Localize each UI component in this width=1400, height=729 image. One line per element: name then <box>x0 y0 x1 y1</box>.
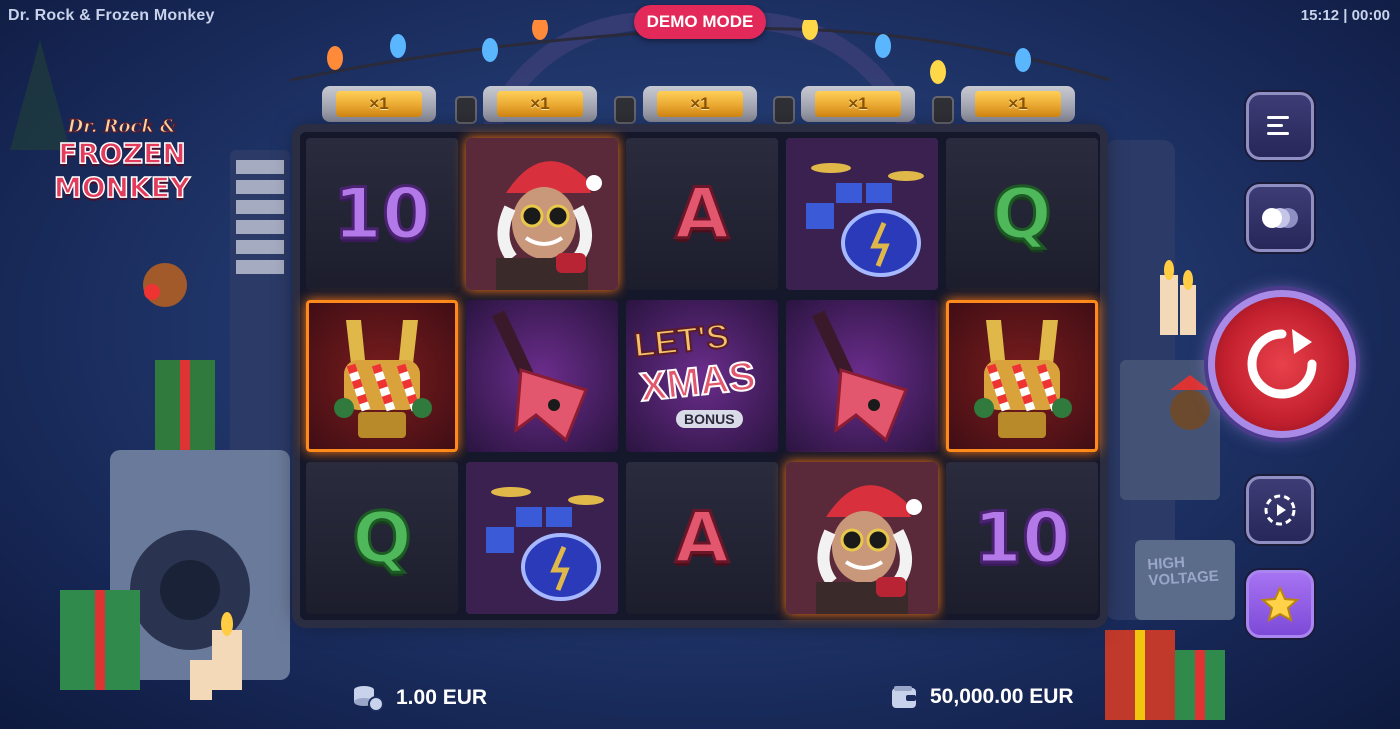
symbol-q: Q <box>946 138 1098 290</box>
reel-multiplier-4: ×1 <box>801 86 915 122</box>
reel-multiplier-3: ×1 <box>643 86 757 122</box>
app-title: Dr. Rock & Frozen Monkey <box>8 7 215 24</box>
multiplier-joint <box>773 96 795 124</box>
symbol-xmas-bonus: LET'S XMAS BONUS <box>626 300 778 452</box>
favorites-button[interactable] <box>1246 570 1314 638</box>
symbol-ten: 10 <box>306 138 458 290</box>
speed-toggle-button[interactable] <box>1246 184 1314 252</box>
spin-button[interactable] <box>1208 290 1356 438</box>
autospin-button[interactable] <box>1246 476 1314 544</box>
menu-icon <box>1267 116 1289 135</box>
dr-rock-icon <box>466 138 618 290</box>
reels-area[interactable]: 10 A Q LET'S XMAS BONUS Q A 10 <box>300 132 1100 620</box>
star-icon <box>1261 586 1299 622</box>
symbol-dr-rock <box>786 462 938 614</box>
symbol-guitar <box>466 300 618 452</box>
symbol-a: A <box>626 138 778 290</box>
symbol-rock-hand <box>306 300 458 452</box>
symbol-ten: 10 <box>946 462 1098 614</box>
speed-toggle-icon <box>1262 208 1298 228</box>
symbol-a: A <box>626 462 778 614</box>
drums-icon <box>786 138 938 290</box>
reel-multiplier-5: ×1 <box>961 86 1075 122</box>
reel-multiplier-2: ×1 <box>483 86 597 122</box>
symbol-q: Q <box>306 462 458 614</box>
symbol-guitar <box>786 300 938 452</box>
menu-button[interactable] <box>1246 92 1314 160</box>
spin-arrow-icon <box>1247 329 1317 399</box>
bottom-bar: 1.00 EUR 50,000.00 EUR <box>0 672 1400 729</box>
rock-hand-icon <box>974 320 1072 438</box>
guitar-icon <box>491 310 588 443</box>
session-clock: 15:12 | 00:00 <box>1300 7 1390 24</box>
symbol-rock-hand <box>946 300 1098 452</box>
demo-mode-badge: DEMO MODE <box>634 5 766 39</box>
guitar-icon <box>811 310 908 443</box>
drums-icon <box>466 462 618 614</box>
balance-value: 50,000.00 EUR <box>930 685 1074 708</box>
bonus-text-3: BONUS <box>676 410 743 428</box>
wallet-icon <box>892 686 916 708</box>
game-logo: Dr. Rock & FROZEN MONKEY <box>53 116 191 205</box>
bet-value: 1.00 EUR <box>396 686 488 709</box>
multiplier-joint <box>614 96 636 124</box>
rock-hand-icon <box>334 320 432 438</box>
symbol-drums <box>786 138 938 290</box>
symbol-dr-rock <box>466 138 618 290</box>
balance-display: 50,000.00 EUR <box>890 684 1074 710</box>
symbol-drums <box>466 462 618 614</box>
autospin-icon <box>1264 494 1296 526</box>
bet-display[interactable]: 1.00 EUR <box>352 684 487 712</box>
dr-rock-icon <box>786 462 938 614</box>
multiplier-joint <box>455 96 477 124</box>
amp-label: HIGH VOLTAGE <box>1146 553 1220 590</box>
multiplier-joint <box>932 96 954 124</box>
coins-icon <box>354 686 384 712</box>
reel-multiplier-1: ×1 <box>322 86 436 122</box>
